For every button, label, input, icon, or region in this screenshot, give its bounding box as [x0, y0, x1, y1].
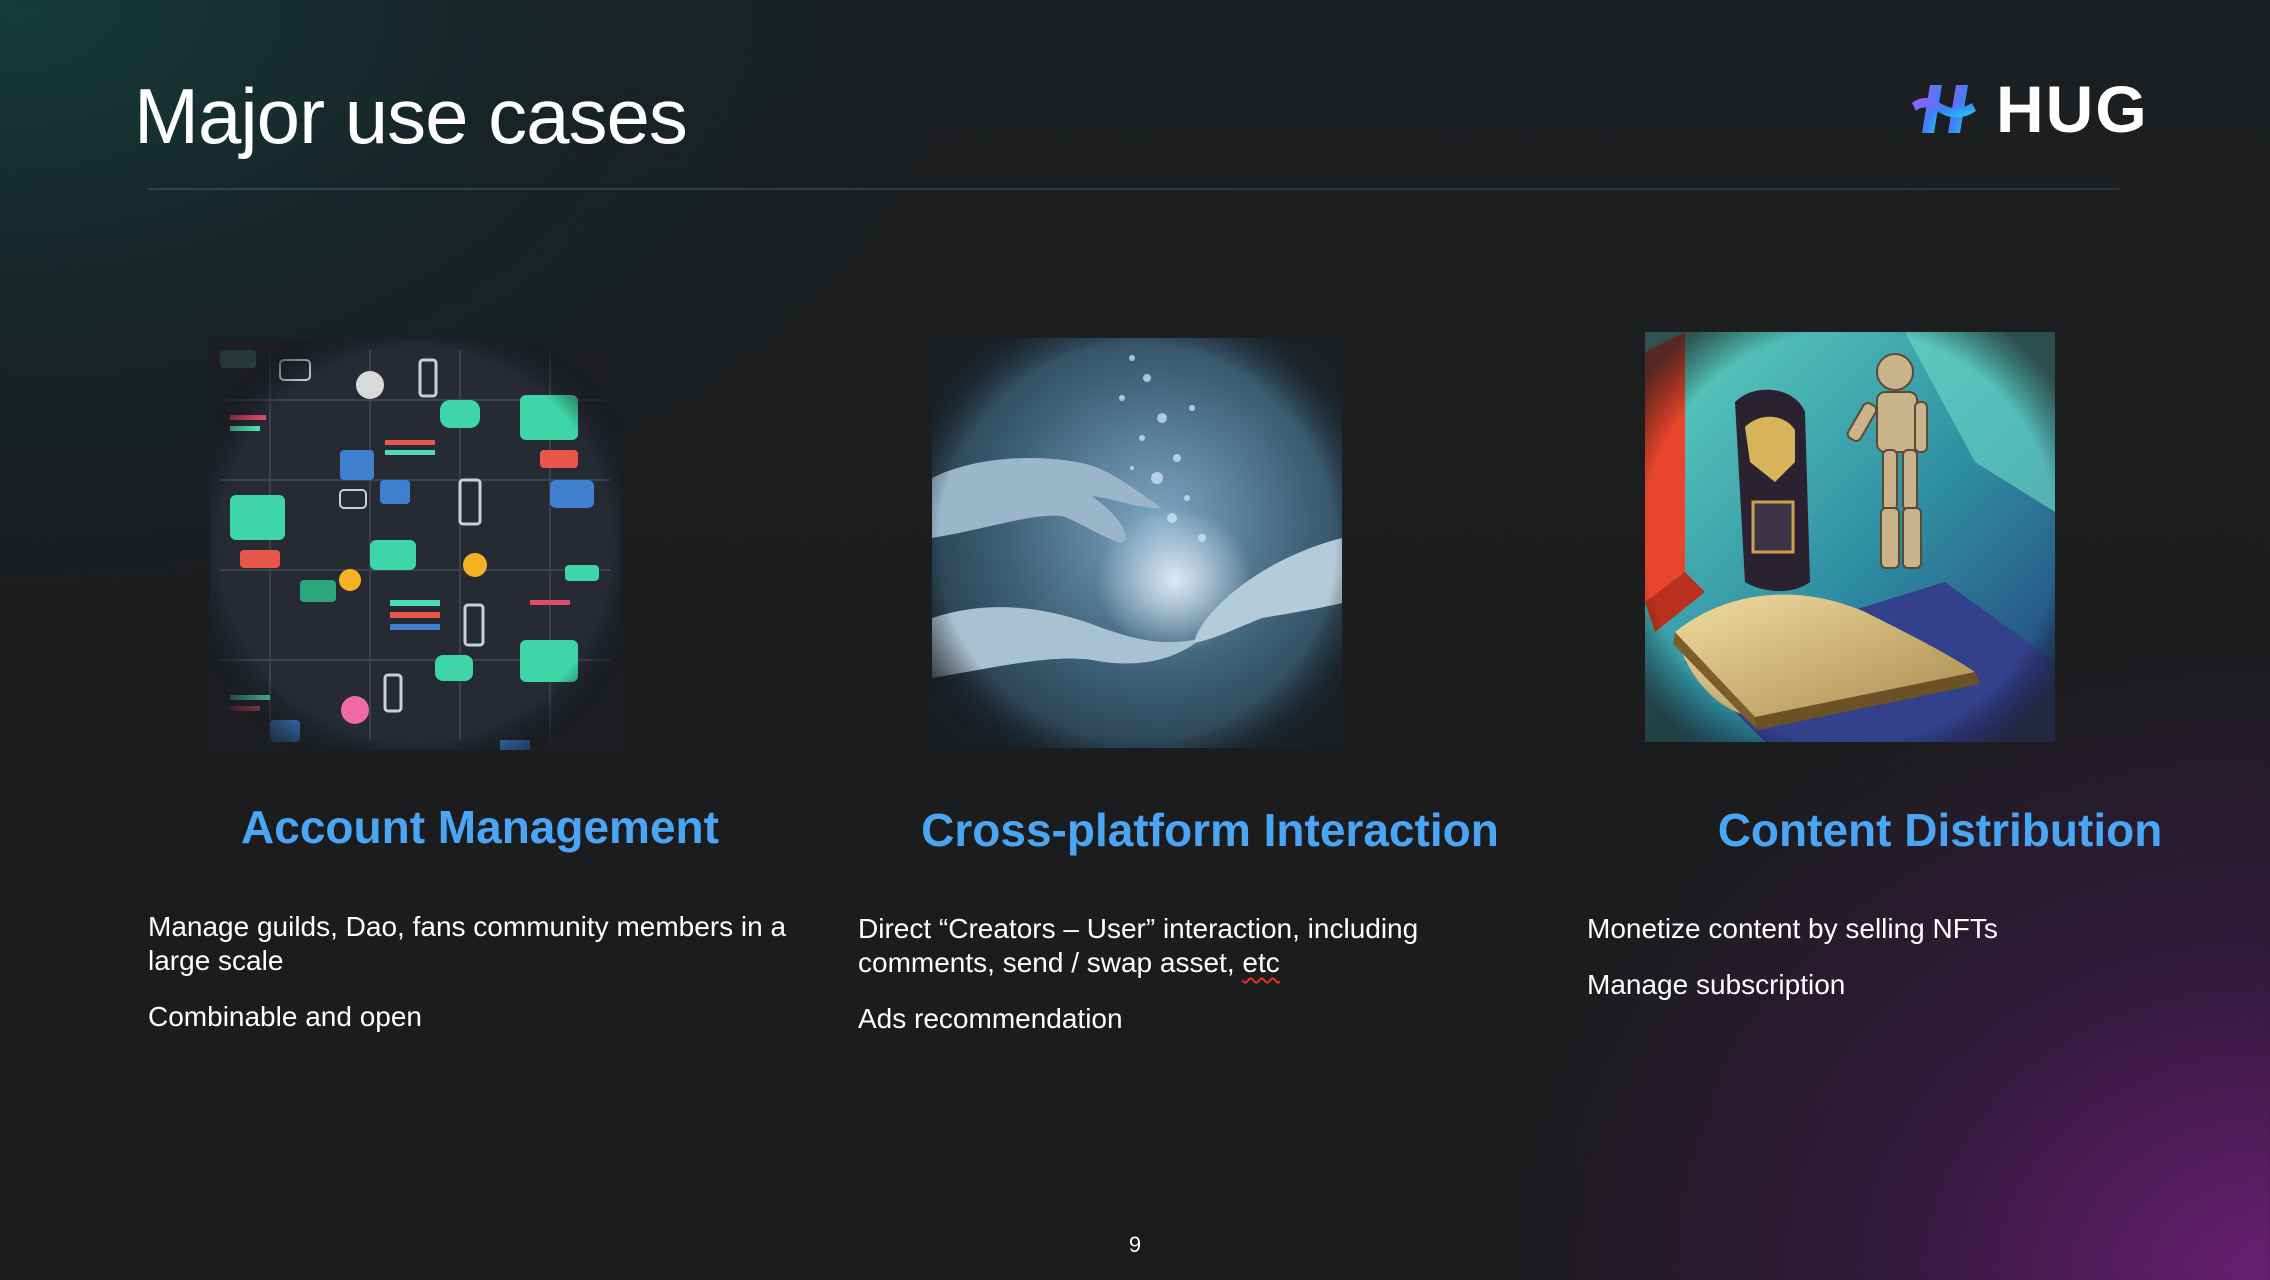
use-case-bullets: Monetize content by selling NFTs Manage …	[1587, 912, 2227, 1024]
title-divider	[148, 188, 2120, 190]
hug-logo: HUG	[1910, 72, 2149, 146]
social-app-grid-illustration	[210, 340, 620, 750]
reaching-hands-illustration	[932, 338, 1342, 748]
bullet-text: Direct “Creators – User” interaction, in…	[858, 913, 1419, 978]
bullet-item: Manage guilds, Dao, fans community membe…	[148, 911, 787, 976]
page-number: 9	[1128, 1232, 1142, 1257]
bullet-item: Ads recommendation	[858, 1003, 1123, 1034]
bullet-item: Direct “Creators – User” interaction, in…	[858, 912, 1498, 980]
bullet-item: Combinable and open	[148, 1001, 422, 1032]
use-case-bullets: Direct “Creators – User” interaction, in…	[858, 912, 1498, 1058]
use-case-title: Account Management	[241, 801, 719, 853]
robot-book-illustration	[1645, 332, 2055, 742]
slide-title: Major use cases	[134, 72, 688, 160]
hug-logo-icon	[1912, 85, 1976, 133]
use-case-bullets: Manage guilds, Dao, fans community membe…	[148, 910, 788, 1056]
bullet-item: Manage subscription	[1587, 969, 1846, 1000]
use-case-title: Content Distribution	[1717, 804, 2163, 856]
use-case-title: Cross-platform Interaction	[921, 804, 1499, 856]
spellcheck-word: etc	[1242, 947, 1280, 978]
logo-text: HUG	[1996, 72, 2149, 146]
bullet-item: Monetize content by selling NFTs	[1587, 913, 1998, 944]
